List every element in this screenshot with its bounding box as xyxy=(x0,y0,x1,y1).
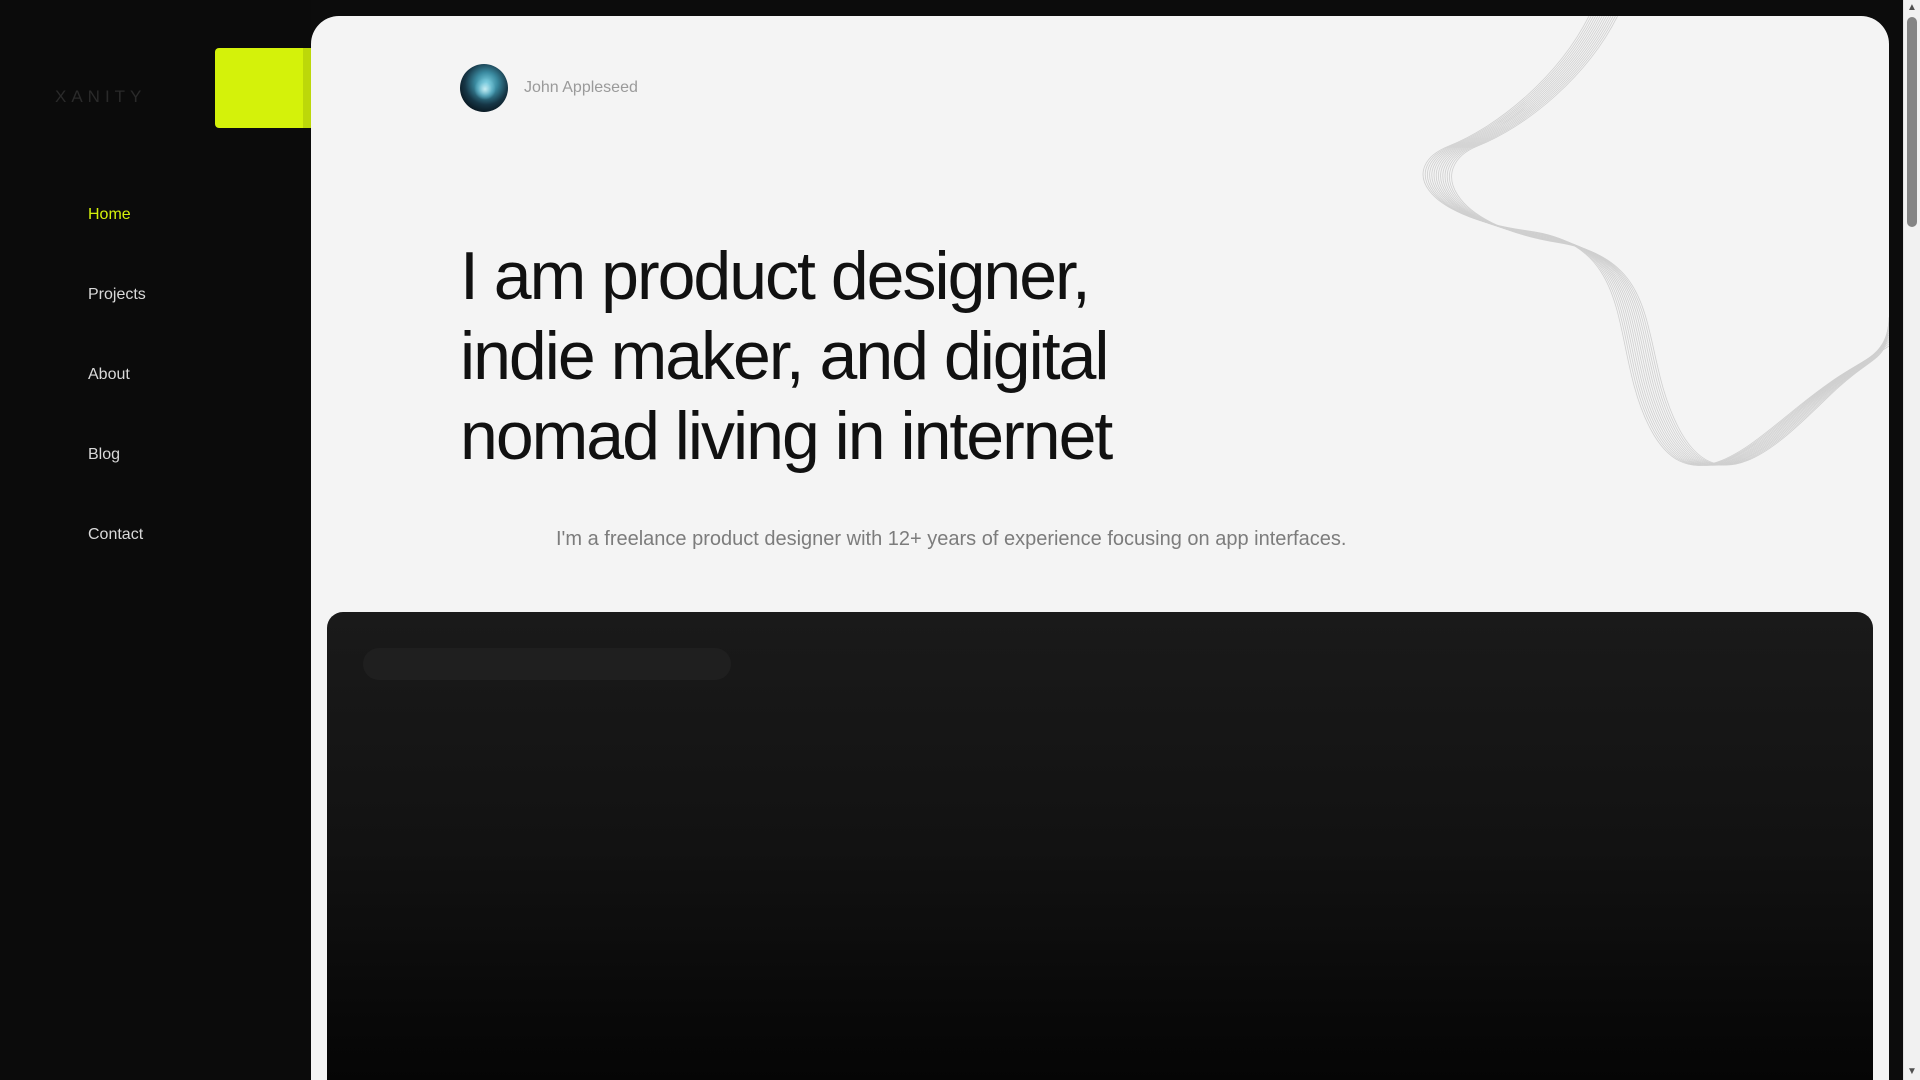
intro-text: I'm a freelance product designer with 12… xyxy=(556,528,1347,550)
sidebar-nav: Home Projects About Blog Contact xyxy=(88,200,146,600)
sidebar-item-blog[interactable]: Blog xyxy=(88,440,146,520)
scrollbar[interactable]: ▲ ▼ xyxy=(1903,0,1920,1080)
scroll-thumb[interactable] xyxy=(1907,17,1917,227)
sidebar-item-about[interactable]: About xyxy=(88,360,146,440)
showcase-panel xyxy=(327,612,1873,1080)
sidebar: XANITY Home Projects About Blog Contact xyxy=(0,0,311,1080)
down-arrow-icon[interactable]: ▼ xyxy=(1907,1067,1917,1077)
accent-block xyxy=(215,48,311,128)
panel-pill xyxy=(363,648,731,680)
avatar[interactable] xyxy=(460,64,508,112)
sidebar-item-contact[interactable]: Contact xyxy=(88,520,146,600)
sidebar-item-projects[interactable]: Projects xyxy=(88,280,146,360)
wave-line xyxy=(1431,16,1889,466)
logo[interactable]: XANITY xyxy=(55,87,146,107)
up-arrow-icon[interactable]: ▲ xyxy=(1907,3,1917,13)
author: John Appleseed xyxy=(460,64,638,112)
sidebar-item-home[interactable]: Home xyxy=(88,200,146,280)
wave-line-decoration xyxy=(1422,16,1889,466)
author-name: John Appleseed xyxy=(524,79,638,96)
accent-block-shade xyxy=(303,48,311,128)
wave-line xyxy=(1444,16,1889,466)
page-title: I am product designer, indie maker, and … xyxy=(460,238,1113,474)
